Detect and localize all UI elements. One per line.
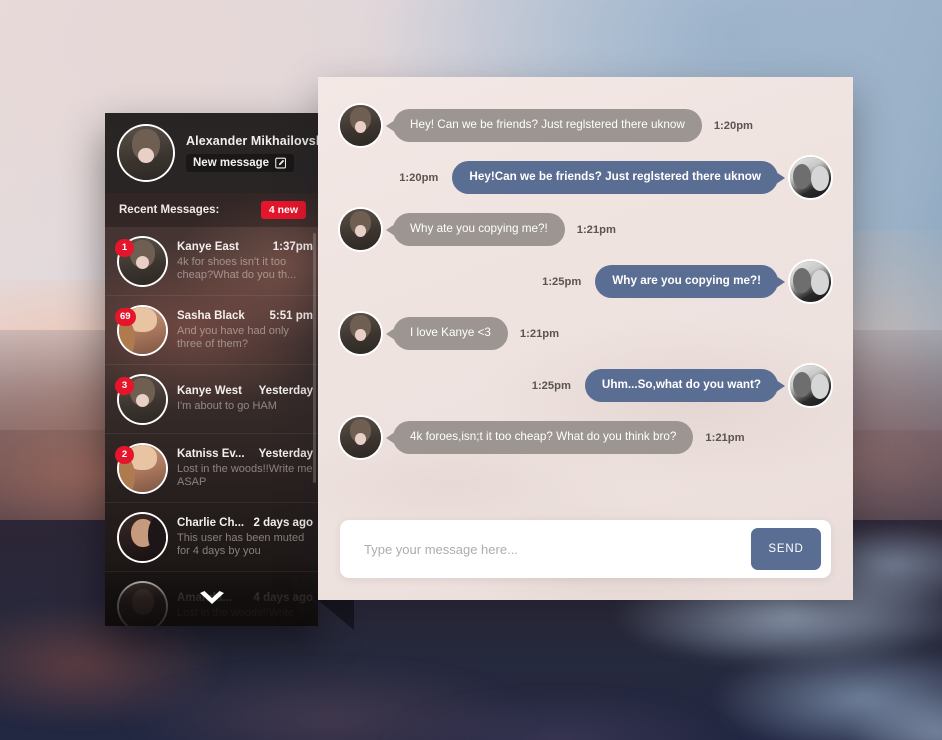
- message-timestamp: 1:21pm: [705, 431, 745, 444]
- avatar[interactable]: [119, 126, 173, 180]
- message-bubble[interactable]: Hey! Can we be friends? Just reglstered …: [393, 109, 702, 142]
- message-bubble[interactable]: 4k foroes,isn;t it too cheap? What do yo…: [393, 421, 694, 454]
- profile-name: Alexander Mikhailovsky: [186, 134, 318, 148]
- message-row: 4k foroes,isn;t it too cheap? What do yo…: [340, 417, 831, 458]
- new-message-button[interactable]: New message: [186, 154, 295, 172]
- message-bubble[interactable]: Hey!Can we be friends? Just reglstered t…: [452, 161, 778, 194]
- contact-name: Sasha Black: [177, 309, 245, 322]
- new-message-label: New message: [193, 157, 270, 169]
- avatar: [340, 209, 381, 250]
- message-preview: And you have had only three of them?: [177, 324, 289, 350]
- app-background: Alexander Mikhailovsky New message Recen…: [0, 0, 942, 740]
- message-time: 1:37pm: [272, 240, 313, 253]
- sidebar-profile-header: Alexander Mikhailovsky New message: [105, 113, 318, 193]
- send-button[interactable]: SEND: [751, 528, 821, 570]
- message-preview: 4k for shoes isn't it too cheap?What do …: [177, 255, 297, 281]
- message-preview: Lost in the woods!!Write: [177, 607, 295, 619]
- chat-panel: Hey! Can we be friends? Just reglstered …: [318, 77, 853, 600]
- message-time: Yesterday: [258, 447, 313, 460]
- recent-messages-header: Recent Messages: 4 new: [105, 193, 318, 227]
- avatar: [340, 313, 381, 354]
- message-row: 1:20pm Hey!Can we be friends? Just regls…: [340, 157, 831, 198]
- unread-badge: 3: [115, 377, 134, 395]
- avatar: [790, 157, 831, 198]
- new-count-badge: 4 new: [260, 201, 306, 219]
- message-thread: Hey! Can we be friends? Just reglstered …: [318, 77, 853, 458]
- message-timestamp: 1:20pm: [713, 119, 753, 132]
- recent-messages-label: Recent Messages:: [119, 204, 220, 216]
- message-bubble[interactable]: I love Kanye <3: [393, 317, 508, 350]
- message-row: Why ate you copying me?! 1:21pm: [340, 209, 831, 250]
- message-preview: I'm about to go HAM: [177, 400, 277, 412]
- message-time: 2 days ago: [253, 516, 313, 529]
- pencil-square-icon: [275, 157, 287, 169]
- list-item[interactable]: 1 Kanye East 1:37pm 4k for shoes isn't i…: [105, 227, 318, 296]
- message-timestamp: 1:20pm: [399, 171, 439, 184]
- message-timestamp: 1:25pm: [542, 275, 582, 288]
- unread-badge: 2: [115, 446, 134, 464]
- message-input[interactable]: [362, 540, 751, 558]
- contact-name: Charlie Ch...: [177, 516, 245, 529]
- contact-name: Kanye West: [177, 385, 242, 397]
- contact-name: Kanye East: [177, 240, 240, 253]
- conversations-sidebar: Alexander Mikhailovsky New message Recen…: [105, 113, 318, 626]
- sidebar-scrollbar[interactable]: [313, 233, 316, 483]
- message-time: 5:51 pm: [269, 309, 313, 322]
- list-item[interactable]: 3 Kanye West Yesterday I'm about to go H…: [105, 365, 318, 434]
- message-time: 4 days ago: [253, 592, 313, 604]
- message-bubble[interactable]: Uhm...So,what do you want?: [584, 369, 778, 402]
- message-row: I love Kanye <3 1:21pm: [340, 313, 831, 354]
- avatar: [119, 582, 166, 626]
- chevron-down-icon[interactable]: [197, 590, 227, 608]
- avatar: [340, 417, 381, 458]
- message-row: 1:25pm Why are you copying me?!: [340, 261, 831, 302]
- unread-badge: 1: [115, 239, 134, 257]
- avatar: [790, 365, 831, 406]
- avatar: [790, 261, 831, 302]
- message-composer: SEND: [340, 520, 831, 578]
- list-item[interactable]: Charlie Ch... 2 days ago This user has b…: [105, 503, 318, 572]
- message-row: Hey! Can we be friends? Just reglstered …: [340, 105, 831, 146]
- message-timestamp: 1:21pm: [519, 327, 560, 340]
- unread-badge: 69: [115, 308, 136, 326]
- contact-name: Katniss Ev...: [177, 447, 245, 460]
- message-bubble[interactable]: Why ate you copying me?!: [393, 213, 565, 246]
- message-timestamp: 1:21pm: [576, 223, 616, 236]
- list-item[interactable]: 2 Katniss Ev... Yesterday Lost in the wo…: [105, 434, 318, 503]
- message-time: Yesterday: [258, 385, 313, 397]
- message-preview: Lost in the woods!!Write me ASAP: [177, 462, 313, 488]
- list-item[interactable]: 69 Sasha Black 5:51 pm And you have had …: [105, 296, 318, 365]
- message-timestamp: 1:25pm: [531, 379, 571, 392]
- avatar: [340, 105, 381, 146]
- message-row: 1:25pm Uhm...So,what do you want?: [340, 365, 831, 406]
- message-bubble[interactable]: Why are you copying me?!: [595, 265, 778, 298]
- avatar: [119, 513, 166, 561]
- conversation-list: 1 Kanye East 1:37pm 4k for shoes isn't i…: [105, 227, 318, 626]
- message-preview: This user has been muted for 4 days by y…: [177, 531, 305, 557]
